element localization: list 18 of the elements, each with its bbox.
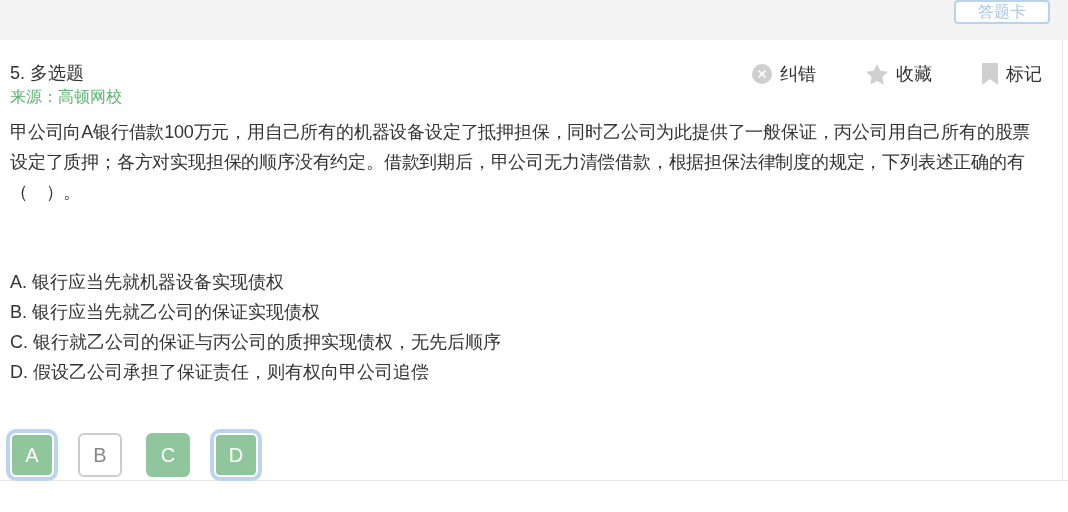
mark-button[interactable]: 标记	[982, 62, 1042, 86]
answer-option-button[interactable]: C	[146, 433, 190, 477]
answer-option-button[interactable]: B	[78, 433, 122, 477]
answer-card-button[interactable]: 答题卡	[954, 0, 1050, 24]
option-text: D. 假设乙公司承担了保证责任，则有权向甲公司追偿	[10, 361, 430, 384]
question-source: 来源：高顿网校	[10, 87, 122, 107]
close-icon	[752, 64, 772, 84]
question-text: 甲公司向A银行借款100万元，用自己所有的机器设备设定了抵押担保，同时乙公司为此提供了一般保证，丙公司用自己所有的股票设定了质押；各方对实现担保的顺序没有约定。借款到期后，甲公司无力清偿借款，根据担保法律制度的规定，下列表述正确的有（ ）。	[10, 121, 1032, 204]
favorite-button[interactable]: 收藏	[866, 62, 932, 86]
question-type: 5. 多选题	[10, 62, 85, 85]
option-text: B. 银行应当先就乙公司的保证实现债权	[10, 301, 321, 324]
answer-option-button[interactable]: A	[10, 433, 54, 477]
answer-option-button[interactable]: D	[214, 433, 258, 477]
option-text: A. 银行应当先就机器设备实现债权	[10, 271, 285, 294]
option-text: C. 银行就乙公司的保证与丙公司的质押实现债权，无先后顺序	[10, 331, 502, 354]
bookmark-icon	[982, 63, 998, 85]
star-icon	[866, 63, 888, 85]
report-button[interactable]: 纠错	[752, 62, 816, 86]
